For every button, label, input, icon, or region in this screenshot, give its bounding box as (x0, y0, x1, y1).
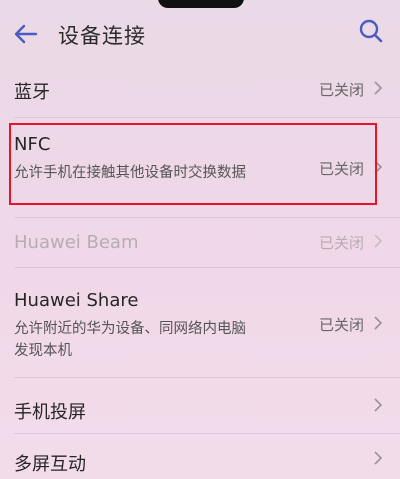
chevron-right-icon (374, 234, 383, 248)
chevron-right-icon (374, 398, 383, 412)
chevron-right-icon (374, 81, 383, 95)
row-description: 允许附近的华为设备、同网络内电脑发现本机 (14, 321, 246, 359)
row-label: 手机投屏 (14, 402, 86, 423)
search-icon (359, 19, 383, 43)
settings-row-huawei-share[interactable]: Huawei Share 允许附近的华为设备、同网络内电脑发现本机 已关闭 (0, 268, 400, 378)
settings-row-huawei-beam: Huawei Beam 已关闭 (0, 218, 400, 268)
highlight-box (9, 123, 377, 205)
settings-row-multi-screen[interactable]: 多屏互动 (0, 434, 400, 479)
settings-row-screen-projection[interactable]: 手机投屏 (0, 378, 400, 434)
chevron-right-icon (374, 316, 383, 330)
arrow-left-icon (14, 24, 38, 44)
search-button[interactable] (356, 16, 386, 46)
back-button[interactable] (12, 20, 40, 48)
settings-row-bluetooth[interactable]: 蓝牙 已关闭 (0, 68, 400, 118)
app-header: 设备连接 (0, 0, 400, 68)
row-label: Huawei Beam (14, 232, 139, 253)
row-label: 多屏互动 (14, 454, 86, 475)
chevron-right-icon (374, 451, 383, 465)
status-text: 已关闭 (318, 316, 364, 334)
status-text: 已关闭 (318, 81, 364, 99)
row-label: 蓝牙 (14, 82, 50, 103)
page-title: 设备连接 (58, 24, 146, 48)
row-label: Huawei Share (14, 290, 139, 311)
status-text: 已关闭 (318, 234, 364, 252)
